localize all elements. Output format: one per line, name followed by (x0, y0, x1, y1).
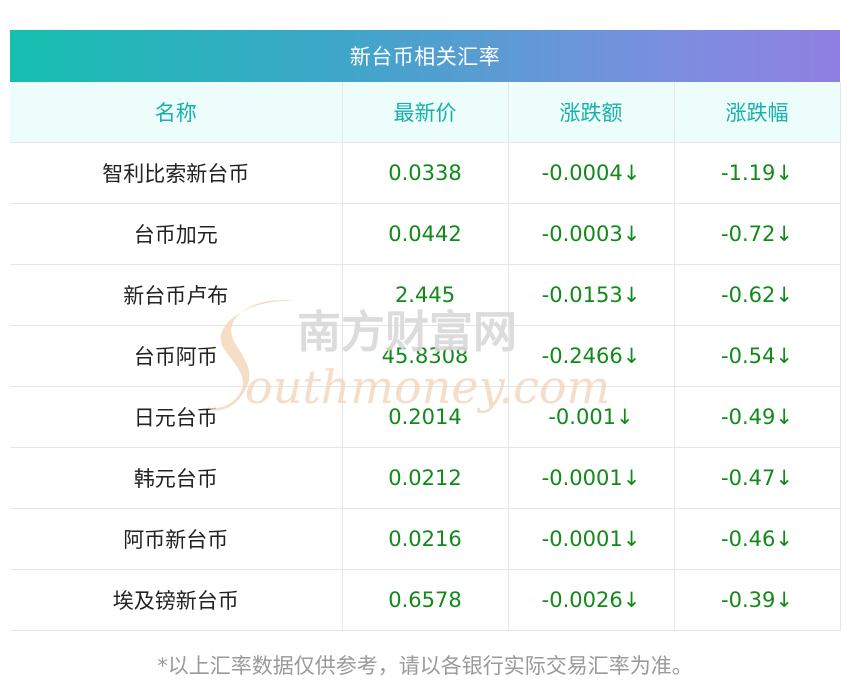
percent-change: -0.39↓ (674, 569, 841, 631)
table-row: 日元台币 0.2014 -0.001↓ -0.49↓ (10, 386, 841, 448)
table-row: 韩元台币 0.0212 -0.0001↓ -0.47↓ (10, 447, 841, 509)
price-change: -0.0153↓ (508, 264, 675, 326)
column-header-price: 最新价 (342, 82, 509, 143)
currency-pair-name: 日元台币 (10, 386, 343, 448)
latest-price: 2.445 (342, 264, 509, 326)
column-header-name: 名称 (10, 82, 343, 143)
price-change: -0.0003↓ (508, 203, 675, 265)
price-change: -0.0001↓ (508, 447, 675, 509)
percent-change: -0.46↓ (674, 508, 841, 570)
latest-price: 45.8308 (342, 325, 509, 387)
table-row: 新台币卢布 2.445 -0.0153↓ -0.62↓ (10, 264, 841, 326)
table-row: 阿币新台币 0.0216 -0.0001↓ -0.46↓ (10, 508, 841, 570)
percent-change: -1.19↓ (674, 142, 841, 204)
currency-pair-name: 台币加元 (10, 203, 343, 265)
latest-price: 0.2014 (342, 386, 509, 448)
currency-pair-name: 智利比索新台币 (10, 142, 343, 204)
price-change: -0.0004↓ (508, 142, 675, 204)
table-row: 台币阿币 45.8308 -0.2466↓ -0.54↓ (10, 325, 841, 387)
currency-pair-name: 台币阿币 (10, 325, 343, 387)
table-row: 埃及镑新台币 0.6578 -0.0026↓ -0.39↓ (10, 569, 841, 631)
currency-pair-name: 韩元台币 (10, 447, 343, 509)
rate-table: 名称 最新价 涨跌额 涨跌幅 智利比索新台币 0.0338 -0.0004↓ -… (10, 82, 841, 631)
latest-price: 0.6578 (342, 569, 509, 631)
price-change: -0.0001↓ (508, 508, 675, 570)
rate-table-container: 新台币相关汇率 名称 最新价 涨跌额 涨跌幅 智利比索新台币 0.0338 -0… (10, 30, 841, 631)
table-header-row: 名称 最新价 涨跌额 涨跌幅 (10, 82, 841, 143)
table-title: 新台币相关汇率 (10, 30, 840, 82)
percent-change: -0.62↓ (674, 264, 841, 326)
percent-change: -0.49↓ (674, 386, 841, 448)
column-header-percent: 涨跌幅 (674, 82, 841, 143)
currency-pair-name: 新台币卢布 (10, 264, 343, 326)
percent-change: -0.72↓ (674, 203, 841, 265)
currency-pair-name: 阿币新台币 (10, 508, 343, 570)
latest-price: 0.0216 (342, 508, 509, 570)
column-header-change: 涨跌额 (508, 82, 675, 143)
disclaimer-footnote: *以上汇率数据仅供参考，请以各银行实际交易汇率为准。 (157, 654, 693, 678)
latest-price: 0.0442 (342, 203, 509, 265)
percent-change: -0.47↓ (674, 447, 841, 509)
price-change: -0.001↓ (508, 386, 675, 448)
table-row: 台币加元 0.0442 -0.0003↓ -0.72↓ (10, 203, 841, 265)
table-row: 智利比索新台币 0.0338 -0.0004↓ -1.19↓ (10, 142, 841, 204)
price-change: -0.2466↓ (508, 325, 675, 387)
latest-price: 0.0212 (342, 447, 509, 509)
percent-change: -0.54↓ (674, 325, 841, 387)
price-change: -0.0026↓ (508, 569, 675, 631)
latest-price: 0.0338 (342, 142, 509, 204)
currency-pair-name: 埃及镑新台币 (10, 569, 343, 631)
